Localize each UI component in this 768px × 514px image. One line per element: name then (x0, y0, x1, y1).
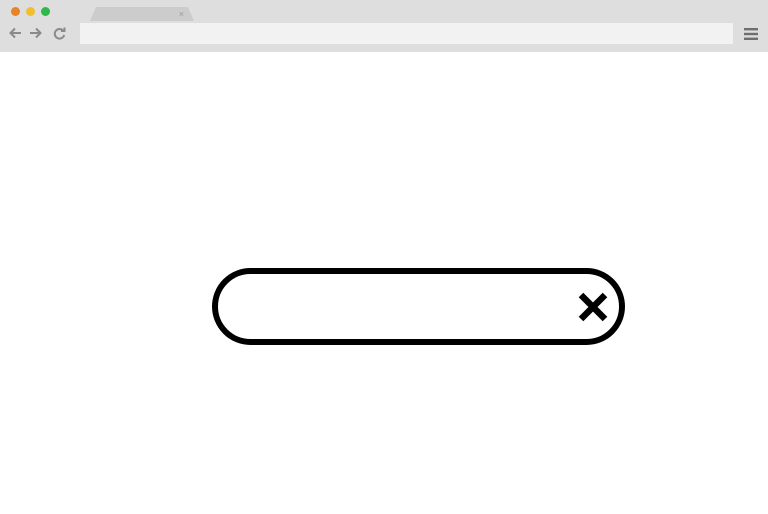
navigation-buttons (8, 26, 66, 40)
hamburger-menu-icon[interactable] (744, 27, 758, 40)
forward-arrow-icon[interactable] (28, 26, 42, 40)
reload-icon[interactable] (52, 26, 66, 40)
window-close-dot[interactable] (11, 7, 20, 16)
tab-close-icon[interactable]: × (179, 8, 184, 20)
back-arrow-icon[interactable] (8, 26, 22, 40)
window-maximize-dot[interactable] (41, 7, 50, 16)
address-bar[interactable] (80, 23, 733, 44)
search-box[interactable] (212, 268, 625, 345)
search-input[interactable] (238, 274, 572, 341)
browser-chrome: × (0, 0, 768, 52)
window-controls (11, 7, 50, 16)
browser-tab[interactable]: × (90, 7, 194, 21)
window-minimize-dot[interactable] (26, 7, 35, 16)
close-x-icon[interactable] (576, 290, 610, 324)
